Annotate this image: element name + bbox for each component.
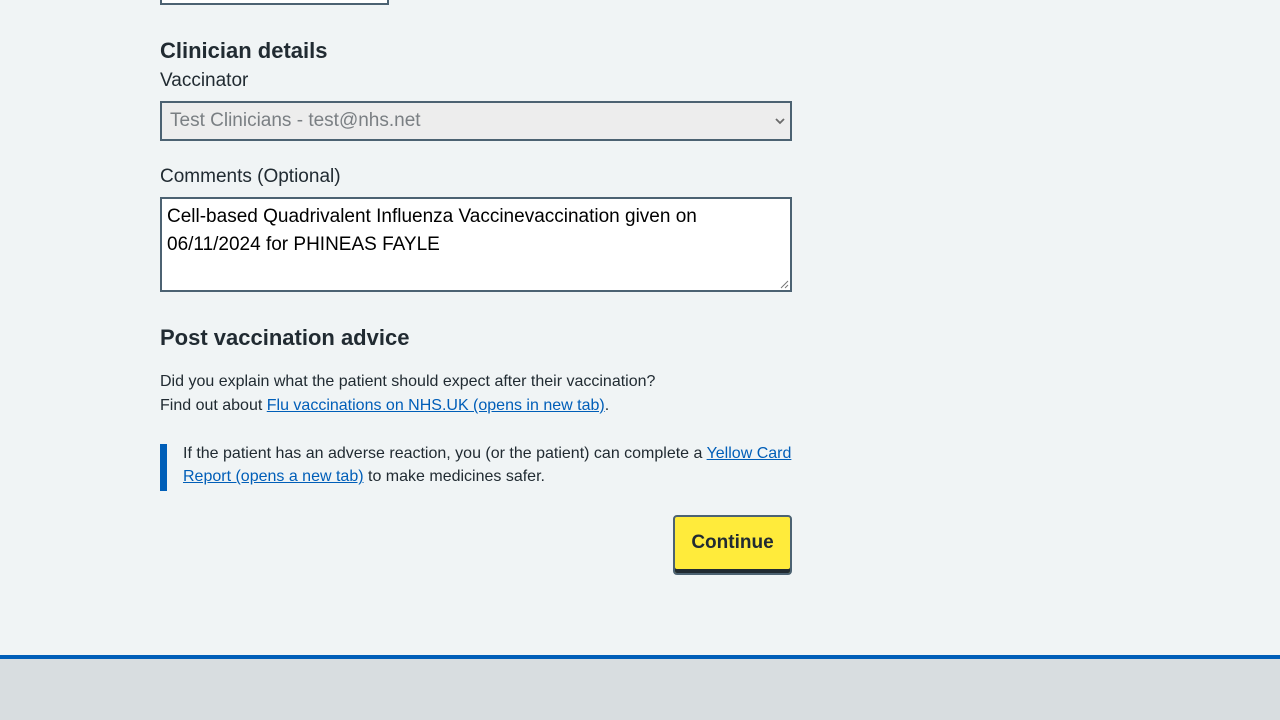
- comments-label: Comments (Optional): [160, 166, 341, 187]
- flu-vaccinations-link[interactable]: Flu vaccinations on NHS.UK (opens in new…: [267, 397, 605, 414]
- vaccinator-selected-value: Test Clinicians - test@nhs.net: [170, 110, 421, 131]
- inset-suffix: to make medicines safer.: [368, 468, 545, 485]
- adverse-reaction-inset: If the patient has an adverse reaction, …: [160, 444, 792, 491]
- vaccinator-label: Vaccinator: [160, 70, 249, 91]
- clinician-details-heading: Clinician details: [160, 38, 328, 63]
- post-vaccination-heading: Post vaccination advice: [160, 325, 410, 350]
- find-out-text: Find out about Flu vaccinations on NHS.U…: [160, 394, 609, 418]
- inset-text: If the patient has an adverse reaction, …: [183, 442, 795, 488]
- explain-question: Did you explain what the patient should …: [160, 373, 656, 390]
- resize-handle-icon[interactable]: [780, 280, 789, 289]
- comments-textarea[interactable]: Cell-based Quadrivalent Influenza Vaccin…: [160, 197, 792, 292]
- page: Clinician details Vaccinator Test Clinic…: [0, 0, 1280, 720]
- previous-field-stub[interactable]: [160, 0, 389, 5]
- find-out-prefix: Find out about: [160, 397, 267, 414]
- comments-text: Cell-based Quadrivalent Influenza Vaccin…: [167, 206, 697, 255]
- chevron-down-icon: [775, 118, 785, 125]
- inset-prefix: If the patient has an adverse reaction, …: [183, 445, 707, 462]
- find-out-suffix: .: [604, 397, 610, 414]
- footer: [0, 655, 1280, 720]
- vaccinator-select[interactable]: Test Clinicians - test@nhs.net: [160, 101, 792, 141]
- continue-button[interactable]: Continue: [673, 515, 792, 575]
